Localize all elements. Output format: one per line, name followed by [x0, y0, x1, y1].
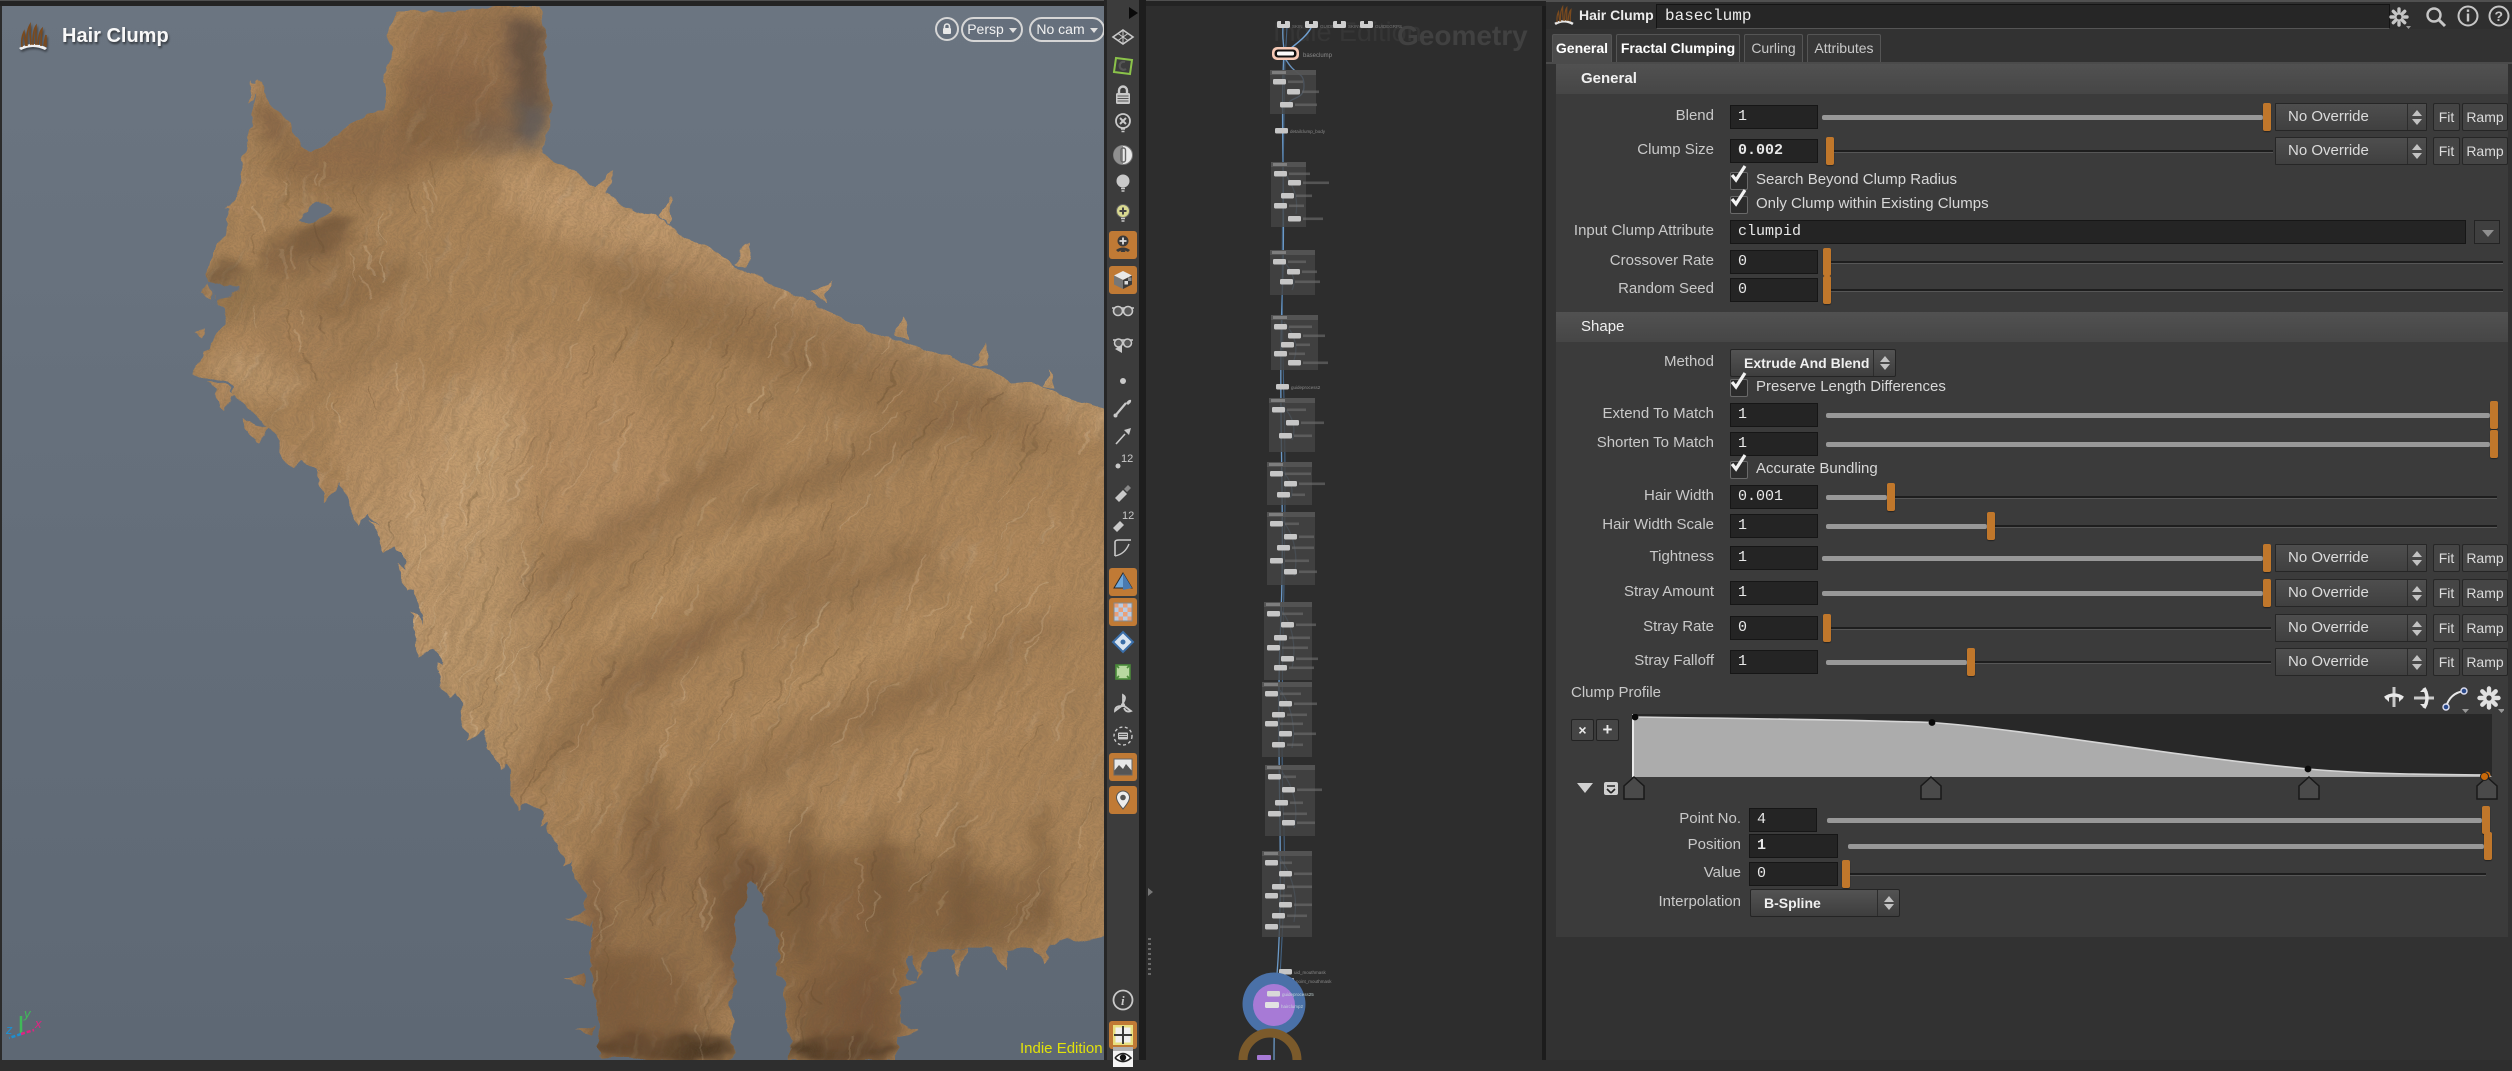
svg-text:GUIDEGRPS: GUIDEGRPS [1375, 24, 1402, 29]
svg-text:guideprocess25: guideprocess25 [1282, 992, 1314, 997]
svg-text:SKIN: SKIN [1292, 24, 1303, 29]
svg-text:x: x [34, 1016, 42, 1031]
svg-text:i: i [1121, 993, 1125, 1008]
svg-text:detailclump_body: detailclump_body [1290, 129, 1326, 134]
svg-text:y: y [23, 1006, 32, 1021]
svg-text:guideprocess2: guideprocess2 [1291, 385, 1321, 390]
svg-text:z: z [5, 1022, 13, 1037]
svg-text:12: 12 [1121, 453, 1133, 465]
svg-text:Geometry: Geometry [1397, 20, 1528, 51]
svg-text:hairclump2: hairclump2 [1281, 1004, 1304, 1009]
svg-text:point_mouthmask: point_mouthmask [1296, 979, 1332, 984]
svg-text:?: ? [2495, 8, 2504, 24]
svg-text:12: 12 [1122, 510, 1134, 522]
svg-text:baseclump: baseclump [1303, 53, 1333, 59]
svg-text:uid_mouthmask: uid_mouthmask [1294, 970, 1327, 975]
